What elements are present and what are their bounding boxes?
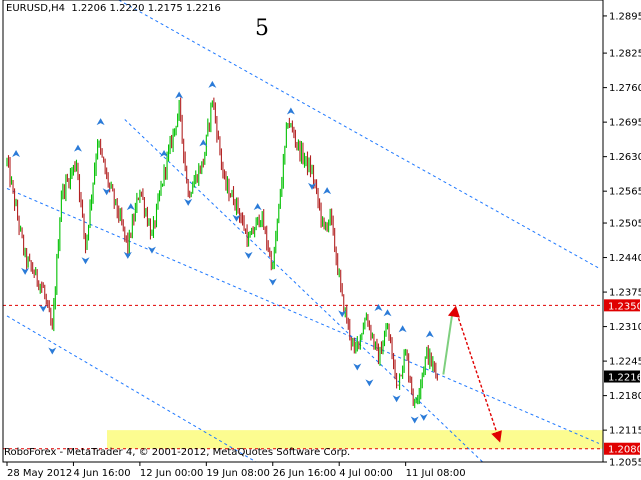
forecast-layer bbox=[442, 305, 502, 443]
wave-label: 5 bbox=[255, 16, 269, 41]
y-tick-label: 1.2695 bbox=[609, 118, 641, 129]
target-zone-layer bbox=[107, 430, 603, 449]
fractals-layer bbox=[12, 80, 434, 424]
forecast-down-arrow bbox=[456, 313, 502, 443]
x-tick-label: 11 Jul 08:00 bbox=[406, 468, 466, 479]
forecast-up-arrow bbox=[442, 315, 453, 375]
channel-line-1 bbox=[118, 0, 600, 269]
y-tick-label: 1.2630 bbox=[609, 152, 641, 163]
ohlc-values: 1.2206 1.2220 1.2175 1.2216 bbox=[71, 3, 221, 14]
x-tick-label: 26 Jun 16:00 bbox=[273, 468, 337, 479]
fractal-up-arrow bbox=[323, 187, 332, 195]
fractal-up-arrow bbox=[286, 107, 295, 115]
symbol-label: EURUSD,H4 bbox=[6, 3, 66, 14]
chart-header: EURUSD,H4 1.2206 1.2220 1.2175 1.2216 bbox=[6, 3, 221, 14]
fractal-up-arrow bbox=[126, 203, 135, 211]
axes-layer: 1.2895 1.2825 1.2760 1.2695 1.2630 1.2565 1.25… bbox=[2, 0, 641, 479]
y-tick-label: 1.2375 bbox=[609, 288, 641, 299]
channel-line-2 bbox=[6, 188, 600, 444]
plot-frame bbox=[2, 0, 604, 463]
fractal-up-arrow bbox=[175, 91, 184, 99]
fractal-up-arrow bbox=[425, 330, 434, 338]
fractal-up-arrow bbox=[96, 118, 105, 126]
fractal-down-arrow bbox=[48, 347, 57, 355]
fractal-down-arrow bbox=[184, 198, 193, 206]
x-tick-label: 12 Jun 00:00 bbox=[140, 468, 204, 479]
y-tick-label: 1.2310 bbox=[609, 322, 641, 333]
fractal-down-arrow bbox=[81, 257, 90, 265]
channel-lines-layer bbox=[6, 0, 600, 463]
price-chart: 1.2895 1.2825 1.2760 1.2695 1.2630 1.2565 1.25… bbox=[2, 0, 641, 479]
candles-layer bbox=[6, 97, 438, 409]
x-tick-label: 19 Jun 08:00 bbox=[206, 468, 270, 479]
fractal-up-arrow bbox=[398, 325, 407, 333]
fractal-up-arrow bbox=[73, 144, 82, 152]
footer-copyright: RoboForex - MetaTrader 4, © 2001-2012, M… bbox=[4, 447, 351, 458]
fractal-down-arrow bbox=[268, 278, 277, 286]
channel-line-3 bbox=[124, 119, 483, 463]
target-price-label: 1.2080 bbox=[608, 445, 641, 456]
fractal-down-arrow bbox=[21, 267, 30, 275]
y-tick-label: 1.2245 bbox=[609, 357, 641, 368]
fractal-down-arrow bbox=[39, 305, 48, 313]
fractal-down-arrow bbox=[244, 251, 253, 259]
resistance-price-label: 1.2350 bbox=[608, 301, 641, 312]
x-tick-label: 4 Jun 16:00 bbox=[73, 468, 130, 479]
y-tick-label: 1.2505 bbox=[609, 219, 641, 230]
current-price-label: 1.2216 bbox=[608, 373, 641, 384]
y-tick-label: 1.2825 bbox=[609, 49, 641, 60]
y-tick-label: 1.2565 bbox=[609, 187, 641, 198]
target-zone bbox=[107, 430, 603, 449]
y-tick-label: 1.2180 bbox=[609, 391, 641, 402]
fractal-down-arrow bbox=[392, 395, 401, 403]
y-tick-label: 1.2055 bbox=[609, 458, 641, 469]
level-lines-layer bbox=[3, 304, 603, 450]
y-tick-label: 1.2440 bbox=[609, 253, 641, 264]
x-tick-label: 28 May 2012 bbox=[7, 468, 72, 479]
fractal-down-arrow bbox=[353, 363, 362, 371]
y-tick-label: 1.2760 bbox=[609, 83, 641, 94]
fractal-up-arrow bbox=[12, 149, 21, 157]
fractal-down-arrow bbox=[410, 416, 419, 424]
x-tick-label: 4 Jul 00:00 bbox=[339, 468, 393, 479]
fractal-down-arrow bbox=[365, 379, 374, 387]
fractal-up-arrow bbox=[383, 309, 392, 317]
fractal-up-arrow bbox=[208, 80, 217, 88]
fractal-up-arrow bbox=[253, 203, 262, 211]
y-tick-label: 1.2895 bbox=[609, 11, 641, 22]
fractal-down-arrow bbox=[147, 246, 156, 254]
fractal-down-arrow bbox=[419, 413, 428, 421]
y-tick-label: 1.2115 bbox=[609, 426, 641, 437]
